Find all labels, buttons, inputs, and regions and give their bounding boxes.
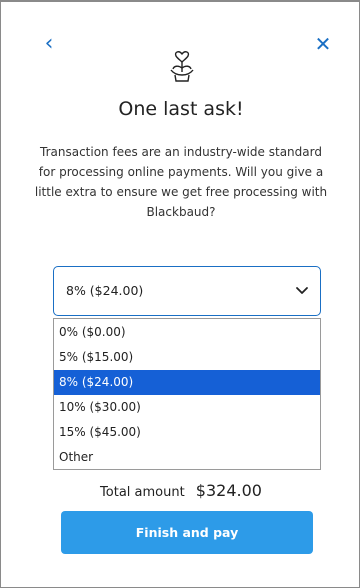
chevron-left-icon: ‹ [44,31,54,56]
fee-select-value: 8% ($24.00) [66,283,144,298]
fee-option-other[interactable]: Other [54,445,320,470]
total-amount-label: Total amount [100,485,185,500]
total-amount-row: Total amount $324.00 [1,481,360,500]
fee-select[interactable]: 8% ($24.00) [53,266,321,316]
fee-option-15[interactable]: 15% ($45.00) [54,420,320,445]
finish-and-pay-button[interactable]: Finish and pay [61,511,313,554]
fee-option-0[interactable]: 0% ($0.00) [54,320,320,345]
fee-option-8[interactable]: 8% ($24.00) [54,370,320,395]
total-amount-value: $324.00 [195,481,262,500]
chevron-down-icon [296,287,308,294]
fee-options-list: 0% ($0.00) 5% ($15.00) 8% ($24.00) 10% (… [53,318,321,470]
fee-option-5[interactable]: 5% ($15.00) [54,345,320,370]
close-icon: ✕ [314,32,332,56]
donation-dialog: ‹ ✕ One last ask! Transaction fees are a… [0,0,360,588]
page-title: One last ask! [118,98,244,120]
back-button[interactable]: ‹ [39,32,59,56]
close-button[interactable]: ✕ [312,32,334,56]
fee-option-10[interactable]: 10% ($30.00) [54,395,320,420]
description-text: Transaction fees are an industry-wide st… [34,145,328,219]
heart-hands-plant-icon [170,51,194,82]
